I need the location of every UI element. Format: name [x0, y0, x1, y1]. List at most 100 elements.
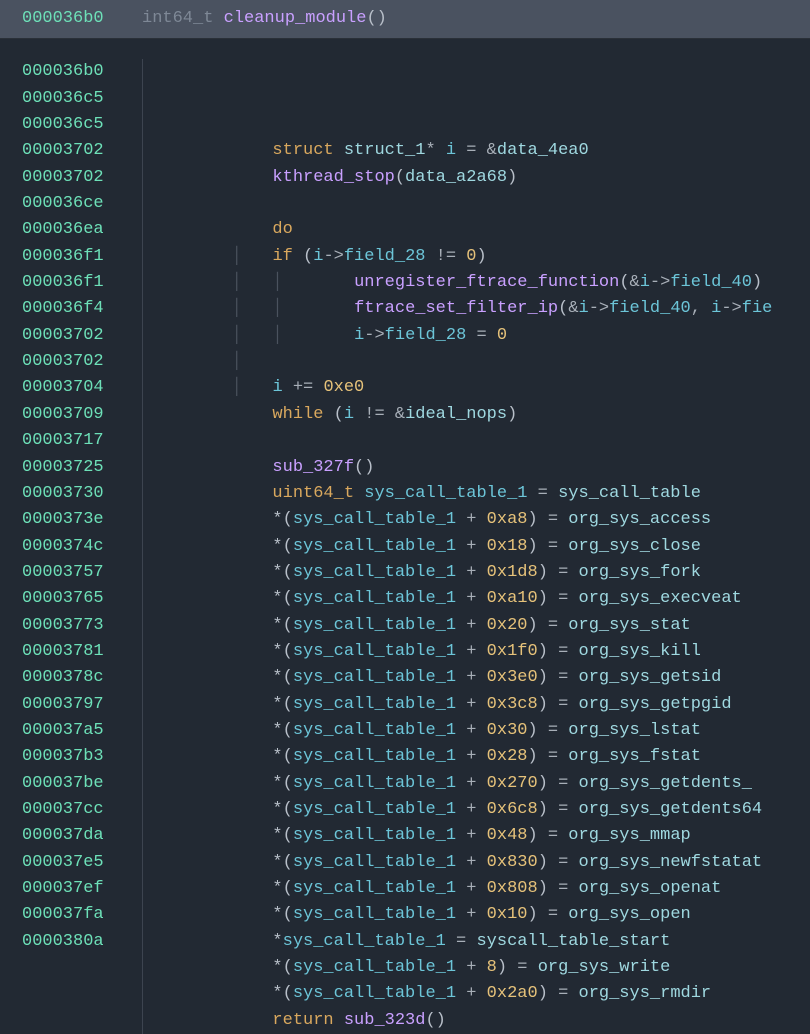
- address[interactable]: 00003702: [22, 323, 142, 349]
- code-body[interactable]: struct struct_1* i = &data_4ea0 kthread_…: [142, 59, 810, 1034]
- token-var: sys_call_table_1: [293, 800, 456, 819]
- token-num: 0x18: [487, 537, 528, 556]
- address[interactable]: 00003730: [22, 481, 142, 507]
- token-op: ->: [721, 299, 741, 318]
- code-line[interactable]: sub_327f(): [142, 455, 810, 481]
- address[interactable]: 00003757: [22, 560, 142, 586]
- code-line[interactable]: *(sys_call_table_1 + 0x1d8) = org_sys_fo…: [142, 560, 810, 586]
- address[interactable]: 00003717: [22, 428, 142, 454]
- function-signature[interactable]: int64_t cleanup_module(): [142, 6, 387, 32]
- token-deref: *(: [272, 747, 292, 766]
- code-line[interactable]: │ i += 0xe0: [142, 375, 810, 401]
- code-line[interactable]: kthread_stop(data_a2a68): [142, 165, 810, 191]
- token-id: org_sys_newfstatat: [579, 853, 763, 872]
- token-deref: ): [538, 642, 548, 661]
- token-num: 0x30: [487, 721, 528, 740]
- address[interactable]: 000037be: [22, 771, 142, 797]
- token-op: ->: [650, 273, 670, 292]
- code-line[interactable]: *(sys_call_table_1 + 0x10) = org_sys_ope…: [142, 902, 810, 928]
- code-line[interactable]: *(sys_call_table_1 + 0x2a0) = org_sys_rm…: [142, 981, 810, 1007]
- address[interactable]: 00003773: [22, 613, 142, 639]
- address[interactable]: 000036c5: [22, 112, 142, 138]
- address[interactable]: 000037fa: [22, 902, 142, 928]
- code-line[interactable]: uint64_t sys_call_table_1 = sys_call_tab…: [142, 481, 810, 507]
- token-op: =: [527, 484, 558, 503]
- token-deref: *(: [272, 721, 292, 740]
- address[interactable]: 00003702: [22, 165, 142, 191]
- address[interactable]: 00003797: [22, 692, 142, 718]
- address[interactable]: 000037ef: [22, 876, 142, 902]
- code-line[interactable]: *(sys_call_table_1 + 8) = org_sys_write: [142, 955, 810, 981]
- code-line[interactable]: *(sys_call_table_1 + 0x1f0) = org_sys_ki…: [142, 639, 810, 665]
- token-id: syscall_table_start: [476, 932, 670, 951]
- token-id: org_sys_kill: [579, 642, 701, 661]
- token-op: =: [548, 984, 579, 1003]
- address[interactable]: 00003765: [22, 586, 142, 612]
- address[interactable]: 0000378c: [22, 665, 142, 691]
- token-op: =: [538, 905, 569, 924]
- code-line[interactable]: struct struct_1* i = &data_4ea0: [142, 138, 810, 164]
- token-field: field_28: [344, 247, 426, 266]
- token-id: org_sys_execveat: [579, 589, 742, 608]
- code-line[interactable]: *(sys_call_table_1 + 0x6c8) = org_sys_ge…: [142, 797, 810, 823]
- token-var: sys_call_table_1: [293, 774, 456, 793]
- token-deref: *(: [272, 879, 292, 898]
- address[interactable]: 000036ea: [22, 217, 142, 243]
- code-line[interactable]: *sys_call_table_1 = syscall_table_start: [142, 929, 810, 955]
- address[interactable]: 00003709: [22, 402, 142, 428]
- code-line[interactable]: │ │ ftrace_set_filter_ip(&i->field_40, i…: [142, 296, 810, 322]
- token-deref: *(: [272, 616, 292, 635]
- code-line[interactable]: return sub_323d(): [142, 1008, 810, 1034]
- address[interactable]: 000037e5: [22, 850, 142, 876]
- address[interactable]: 00003702: [22, 138, 142, 164]
- code-line[interactable]: while (i != &ideal_nops): [142, 402, 810, 428]
- code-line[interactable]: do: [142, 217, 810, 243]
- address[interactable]: 000036f1: [22, 270, 142, 296]
- brace-guide: │ │: [232, 299, 283, 318]
- code-line[interactable]: │ │ i->field_28 = 0: [142, 323, 810, 349]
- address[interactable]: 000036b0: [22, 59, 142, 85]
- address[interactable]: 00003704: [22, 375, 142, 401]
- code-line[interactable]: *(sys_call_table_1 + 0x30) = org_sys_lst…: [142, 718, 810, 744]
- code-line[interactable]: *(sys_call_table_1 + 0x3e0) = org_sys_ge…: [142, 665, 810, 691]
- address[interactable]: 00003781: [22, 639, 142, 665]
- code-line[interactable]: *(sys_call_table_1 + 0x3c8) = org_sys_ge…: [142, 692, 810, 718]
- address[interactable]: 000037da: [22, 823, 142, 849]
- token-op: =: [466, 326, 497, 345]
- address[interactable]: 000037a5: [22, 718, 142, 744]
- code-line[interactable]: *(sys_call_table_1 + 0x28) = org_sys_fst…: [142, 744, 810, 770]
- address[interactable]: 0000374c: [22, 534, 142, 560]
- token-op: = &: [456, 141, 497, 160]
- address[interactable]: 00003725: [22, 455, 142, 481]
- address[interactable]: 000036ce: [22, 191, 142, 217]
- token-id: org_sys_fork: [579, 563, 701, 582]
- code-line[interactable]: │ if (i->field_28 != 0): [142, 244, 810, 270]
- code-line[interactable]: *(sys_call_table_1 + 0x808) = org_sys_op…: [142, 876, 810, 902]
- address[interactable]: 000037cc: [22, 797, 142, 823]
- address[interactable]: 0000373e: [22, 507, 142, 533]
- address[interactable]: 000037b3: [22, 744, 142, 770]
- address[interactable]: 0000380a: [22, 929, 142, 955]
- address[interactable]: 000036c5: [22, 86, 142, 112]
- code-line[interactable]: *(sys_call_table_1 + 0x20) = org_sys_sta…: [142, 613, 810, 639]
- code-line[interactable]: *(sys_call_table_1 + 0x18) = org_sys_clo…: [142, 534, 810, 560]
- header-address[interactable]: 000036b0: [22, 9, 104, 28]
- token-num: 0x6c8: [487, 800, 538, 819]
- code-line[interactable]: *(sys_call_table_1 + 0xa10) = org_sys_ex…: [142, 586, 810, 612]
- token-num: 0x2a0: [487, 984, 538, 1003]
- code-line[interactable]: [142, 428, 810, 454]
- address[interactable]: 000036f1: [22, 244, 142, 270]
- code-line[interactable]: │ │ unregister_ftrace_function(&i->field…: [142, 270, 810, 296]
- token-op: ->: [323, 247, 343, 266]
- code-line[interactable]: *(sys_call_table_1 + 0x48) = org_sys_mma…: [142, 823, 810, 849]
- token-deref: ): [527, 905, 537, 924]
- code-line[interactable]: *(sys_call_table_1 + 0x270) = org_sys_ge…: [142, 771, 810, 797]
- code-line[interactable]: │: [142, 349, 810, 375]
- code-line[interactable]: *(sys_call_table_1 + 0x830) = org_sys_ne…: [142, 850, 810, 876]
- code-line[interactable]: [142, 191, 810, 217]
- token-deref: *(: [272, 510, 292, 529]
- code-line[interactable]: *(sys_call_table_1 + 0xa8) = org_sys_acc…: [142, 507, 810, 533]
- address[interactable]: 000036f4: [22, 296, 142, 322]
- token-deref: ): [527, 510, 537, 529]
- address[interactable]: 00003702: [22, 349, 142, 375]
